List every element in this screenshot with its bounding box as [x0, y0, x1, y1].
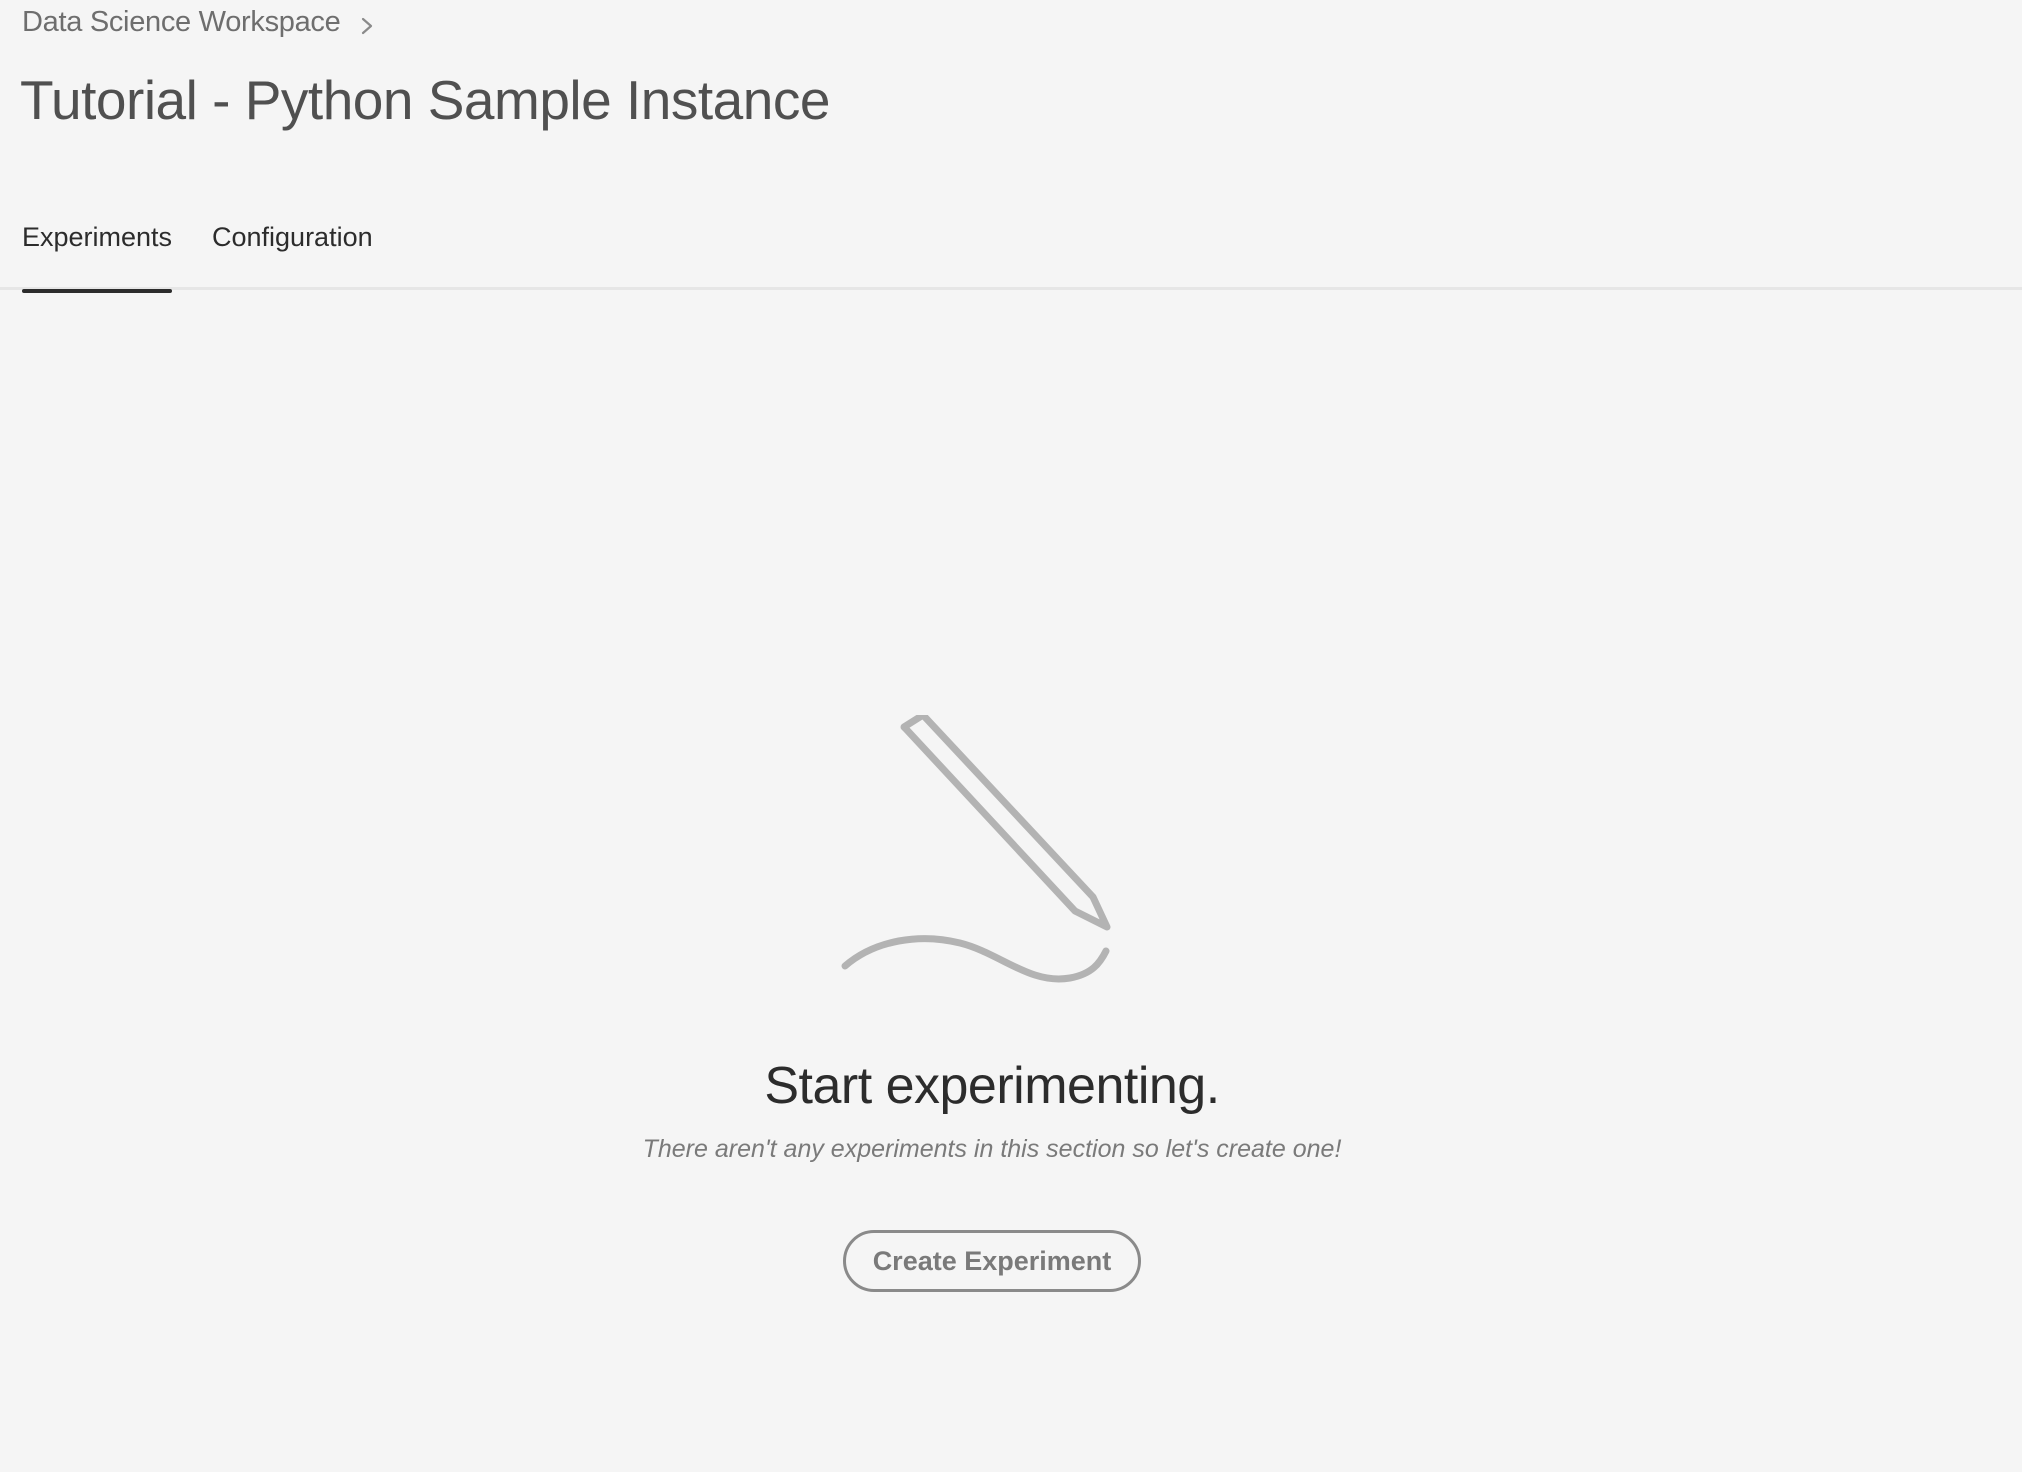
pencil-drawing-icon	[830, 711, 1130, 995]
breadcrumb: Data Science Workspace	[22, 6, 378, 39]
tab-list: Experiments Configuration	[0, 222, 2022, 293]
chevron-right-icon	[356, 12, 378, 34]
breadcrumb-item-data-science-workspace[interactable]: Data Science Workspace	[22, 6, 341, 39]
tab-experiments[interactable]: Experiments	[22, 222, 173, 293]
create-experiment-button[interactable]: Create Experiment	[843, 1230, 1141, 1292]
page-title: Tutorial - Python Sample Instance	[20, 69, 830, 131]
empty-state-subtitle: There aren't any experiments in this sec…	[642, 1135, 1342, 1163]
empty-state-title: Start experimenting.	[764, 1057, 1220, 1115]
tab-configuration[interactable]: Configuration	[212, 222, 373, 290]
